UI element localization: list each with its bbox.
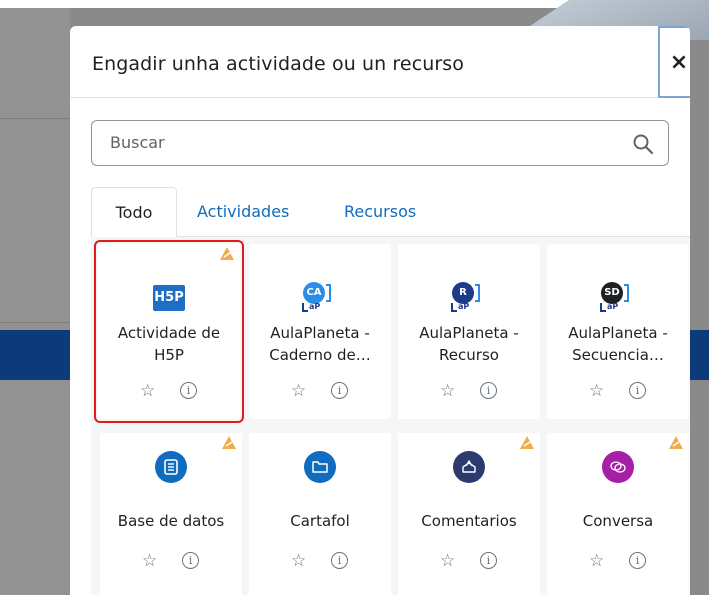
module-card-chat[interactable]: Conversa ☆ i	[547, 433, 689, 595]
star-icon[interactable]: ☆	[140, 381, 155, 401]
h5p-icon: H5P	[153, 282, 185, 314]
aulaplaneta-ca-icon: CA aP	[299, 282, 331, 314]
module-card-folder[interactable]: Cartafol ☆ i	[249, 433, 391, 595]
warning-icon	[222, 436, 236, 449]
module-name: Conversa	[582, 512, 654, 530]
warning-icon	[520, 436, 534, 449]
modal-header: Engadir unha actividade ou un recurso ×	[70, 26, 690, 98]
module-card-aulaplaneta-recurso[interactable]: R aP AulaPlaneta - Recurso ☆ i	[398, 244, 540, 419]
card-actions: ☆ i	[249, 551, 391, 575]
tab-bar: Todo Actividades Recursos	[91, 187, 690, 237]
info-icon[interactable]: i	[182, 552, 199, 569]
tab-all[interactable]: Todo	[91, 187, 177, 237]
aulaplaneta-r-icon: R aP	[448, 282, 480, 314]
folder-icon	[304, 451, 336, 483]
card-actions: ☆ i	[547, 381, 689, 405]
module-card-h5p[interactable]: H5P Actividade de H5P ☆ i	[94, 240, 244, 423]
search-icon[interactable]	[632, 133, 654, 155]
module-name: AulaPlaneta - Recurso	[419, 324, 519, 364]
module-name: Cartafol	[290, 512, 350, 530]
info-icon[interactable]: i	[480, 382, 497, 399]
info-icon[interactable]: i	[629, 382, 646, 399]
activity-chooser-modal: Engadir unha actividade ou un recurso × …	[70, 26, 690, 595]
close-icon: ×	[669, 49, 689, 75]
tab-resources[interactable]: Recursos	[344, 187, 416, 237]
card-actions: ☆ i	[98, 381, 240, 405]
module-card-database[interactable]: Base de datos ☆ i	[100, 433, 242, 595]
info-icon[interactable]: i	[331, 382, 348, 399]
module-card-aulaplaneta-secuencia[interactable]: SD aP AulaPlaneta - Secuencia… ☆ i	[547, 244, 689, 419]
info-icon[interactable]: i	[629, 552, 646, 569]
divider	[0, 118, 70, 119]
modal-title: Engadir unha actividade ou un recurso	[92, 53, 465, 75]
page-left-area	[0, 8, 70, 595]
info-icon[interactable]: i	[331, 552, 348, 569]
warning-icon	[220, 247, 234, 260]
star-icon[interactable]: ☆	[142, 551, 157, 571]
info-icon[interactable]: i	[180, 382, 197, 399]
card-actions: ☆ i	[398, 551, 540, 575]
chat-icon	[602, 451, 634, 483]
card-actions: ☆ i	[547, 551, 689, 575]
star-icon[interactable]: ☆	[589, 381, 604, 401]
info-icon[interactable]: i	[480, 552, 497, 569]
divider	[0, 322, 70, 323]
module-name: AulaPlaneta - Caderno de…	[269, 324, 371, 364]
search-placeholder: Buscar	[110, 133, 165, 152]
module-name: AulaPlaneta - Secuencia…	[568, 324, 668, 364]
module-name: Comentarios	[421, 512, 517, 530]
module-card-aulaplaneta-caderno[interactable]: CA aP AulaPlaneta - Caderno de… ☆ i	[249, 244, 391, 419]
star-icon[interactable]: ☆	[440, 381, 455, 401]
module-name: Actividade de H5P	[117, 324, 221, 364]
star-icon[interactable]: ☆	[440, 551, 455, 571]
module-card-feedback[interactable]: Comentarios ☆ i	[398, 433, 540, 595]
feedback-icon	[453, 451, 485, 483]
card-actions: ☆ i	[398, 381, 540, 405]
warning-icon	[669, 436, 683, 449]
search-input[interactable]: Buscar	[91, 120, 669, 166]
star-icon[interactable]: ☆	[291, 381, 306, 401]
aulaplaneta-sd-icon: SD aP	[597, 282, 629, 314]
database-icon	[155, 451, 187, 483]
star-icon[interactable]: ☆	[589, 551, 604, 571]
module-name: Base de datos	[117, 512, 225, 530]
star-icon[interactable]: ☆	[291, 551, 306, 571]
tab-activities[interactable]: Actividades	[197, 187, 289, 237]
close-button[interactable]: ×	[658, 26, 690, 98]
card-actions: ☆ i	[100, 551, 242, 575]
module-grid: H5P Actividade de H5P ☆ i CA aP AulaPlane…	[91, 237, 690, 595]
card-actions: ☆ i	[249, 381, 391, 405]
